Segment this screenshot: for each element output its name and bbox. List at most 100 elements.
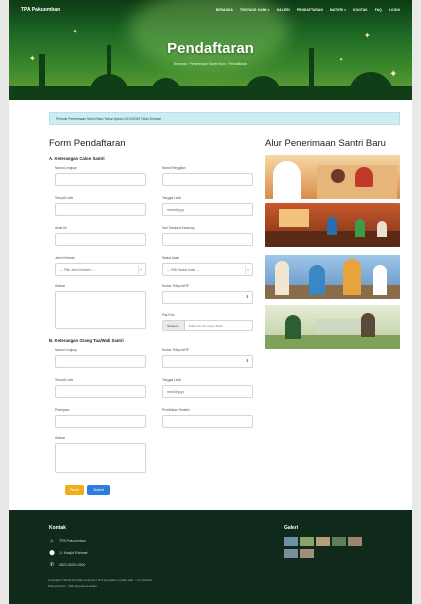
footer: Kontak ⌂ TPA Pakuomban ⬤ Jl. Masjid Rahm…: [9, 510, 412, 604]
mosque-dome: [245, 76, 281, 100]
label-ortu-tempat-lahir: Tempat Lahir: [55, 378, 74, 382]
alur-title: Alur Penerimaan Santri Baru: [265, 138, 386, 149]
label-nama-lengkap: Nama Lengkap: [55, 166, 77, 170]
star-icon: ✦: [389, 69, 398, 80]
file-browse-button[interactable]: Telusuri...: [163, 321, 186, 330]
label-pas-foto: Pas Foto: [162, 313, 175, 317]
file-status-text: Tidak ada file yang dipilih.: [188, 323, 224, 328]
nav-item-galeri[interactable]: GALERI: [277, 8, 290, 12]
reset-button[interactable]: Reset: [65, 485, 84, 495]
nama-panggilan-input[interactable]: [162, 173, 253, 186]
ortu-nama-input[interactable]: [55, 355, 146, 368]
gallery-thumb[interactable]: [332, 537, 346, 546]
gallery-thumb[interactable]: [300, 549, 314, 558]
chevron-down-icon: ▾: [138, 266, 143, 274]
ortu-tanggal-lahir-input[interactable]: mm/dd/yyyy: [162, 385, 253, 398]
map-pin-icon: ⬤: [49, 550, 55, 556]
spinner-icon[interactable]: ⬍: [246, 294, 249, 299]
nomor-telepon-input[interactable]: ⬍: [162, 291, 253, 304]
spinner-icon[interactable]: ⬍: [246, 358, 249, 363]
alur-image-3: [265, 255, 400, 299]
footer-row-phone: ✆ 0822-8000-0500: [49, 562, 86, 568]
nav-item-kontak[interactable]: KONTAK: [353, 8, 368, 12]
label-dari-saudara: Dari Saudara Kandung: [162, 226, 195, 230]
breadcrumb-home[interactable]: Beranda: [174, 62, 187, 66]
tanggal-lahir-input[interactable]: mm/dd/yyyy: [162, 203, 253, 216]
label-anak-ke: Anak Ke: [55, 226, 68, 230]
label-pekerjaan: Pekerjaan: [55, 408, 70, 412]
footer-row-address: ⬤ Jl. Masjid Rahmat: [49, 550, 88, 556]
alur-image-1: [265, 155, 400, 199]
section-b-title: B. Keterangan Orang Tua/Wali Santri: [49, 338, 124, 343]
gallery-thumb[interactable]: [284, 549, 298, 558]
alur-image-2: [265, 203, 400, 247]
label-tempat-lahir: Tempat Lahir: [55, 196, 74, 200]
footer-galeri-title: Galeri: [284, 525, 299, 531]
minaret: [39, 54, 45, 100]
status-anak-select[interactable]: --- Pilih Status Anak --- ▾: [162, 263, 253, 276]
label-ortu-alamat: Alamat: [55, 436, 65, 440]
phone-icon: ✆: [49, 562, 55, 568]
page-title: Pendaftaran: [167, 40, 254, 57]
tempat-lahir-input[interactable]: [55, 203, 146, 216]
nav-label: MATERI: [330, 8, 344, 12]
section-a-title: A. Keterangan Calon Santri: [49, 156, 105, 161]
alamat-textarea[interactable]: [55, 291, 146, 329]
label-pendidikan: Pendidikan Terakhir: [162, 408, 190, 412]
ortu-telepon-input[interactable]: ⬍: [162, 355, 253, 368]
gallery-thumb[interactable]: [300, 537, 314, 546]
form-title: Form Pendaftaran: [49, 138, 126, 149]
nav-menu: BERANDA TENTANG KAMI ▾ GALERI PENDAFTARA…: [216, 8, 400, 12]
dari-saudara-input[interactable]: [162, 233, 253, 246]
chevron-down-icon: ▾: [245, 266, 250, 274]
nav-item-login[interactable]: LOGIN: [389, 8, 400, 12]
nav-item-pendaftaran[interactable]: PENDAFTARAN: [297, 8, 323, 12]
jenis-kelamin-select[interactable]: --- Pilih Jenis Kelamin --- ▾: [55, 263, 146, 276]
pekerjaan-input[interactable]: [55, 415, 146, 428]
breadcrumb-mid[interactable]: Penerimaan Santri Baru: [190, 62, 226, 66]
label-ortu-nama: Nama Lengkap: [55, 348, 77, 352]
notice-alert: Periode Penerimaan Santri Baru Tahun Aja…: [49, 112, 400, 125]
footer-credit: PakuomTech – Didi Argantono Adam: [48, 584, 97, 588]
nav-label: TENTANG KAMI: [240, 8, 267, 12]
anak-ke-input[interactable]: [55, 233, 146, 246]
gallery-thumb[interactable]: [316, 537, 330, 546]
label-alamat: Alamat: [55, 284, 65, 288]
label-jenis-kelamin: Jenis Kelamin: [55, 256, 75, 260]
ortu-tempat-lahir-input[interactable]: [55, 385, 146, 398]
footer-address: Jl. Masjid Rahmat: [59, 551, 88, 555]
nav-item-beranda[interactable]: BERANDA: [216, 8, 233, 12]
footer-row-name: ⌂ TPA Pakuomban: [49, 538, 86, 544]
select-value: --- Pilih Jenis Kelamin ---: [60, 267, 95, 272]
alur-image-4: [265, 305, 400, 349]
date-placeholder: mm/dd/yyyy: [167, 207, 185, 212]
pas-foto-file-input[interactable]: Telusuri... Tidak ada file yang dipilih.: [162, 320, 253, 331]
mosque-dome: [349, 72, 393, 100]
breadcrumb-current: Pendaftaran: [228, 62, 248, 66]
star-icon: ✦: [364, 31, 371, 40]
pendidikan-input[interactable]: [162, 415, 253, 428]
chevron-down-icon: ▾: [344, 8, 347, 12]
breadcrumb: Beranda › Penerimaan Santri Baru › Penda…: [9, 62, 412, 66]
star-icon: ✦: [73, 29, 78, 35]
nav-item-tentang-kami[interactable]: TENTANG KAMI ▾: [240, 8, 270, 12]
label-nomor-telepon: Nomor Telepon/HP: [162, 284, 189, 288]
submit-button[interactable]: Submit: [87, 485, 110, 495]
brand-logo[interactable]: TPA Pakuomban: [21, 7, 60, 13]
hero-banner: ✦ ✦ ✦ ✦ ✦ TPA Pakuomban BERANDA TENTANG …: [9, 0, 412, 100]
chevron-down-icon: ▾: [267, 8, 270, 12]
footer-phone: 0822-8000-0500: [59, 563, 86, 567]
label-ortu-telepon: Nomor Telepon/HP: [162, 348, 189, 352]
ortu-alamat-textarea[interactable]: [55, 443, 146, 473]
page: ✦ ✦ ✦ ✦ ✦ TPA Pakuomban BERANDA TENTANG …: [9, 0, 412, 604]
gallery-thumb[interactable]: [348, 537, 362, 546]
nav-item-materi[interactable]: MATERI ▾: [330, 8, 346, 12]
navbar: TPA Pakuomban BERANDA TENTANG KAMI ▾ GAL…: [9, 0, 412, 20]
label-nama-panggilan: Nama Panggilan: [162, 166, 186, 170]
label-tanggal-lahir: Tanggal Lahir: [162, 196, 182, 200]
footer-name: TPA Pakuomban: [59, 539, 86, 543]
gallery-thumb[interactable]: [284, 537, 298, 546]
nav-item-faq[interactable]: FAQ: [375, 8, 382, 12]
nama-lengkap-input[interactable]: [55, 173, 146, 186]
label-status-anak: Status Anak: [162, 256, 180, 260]
